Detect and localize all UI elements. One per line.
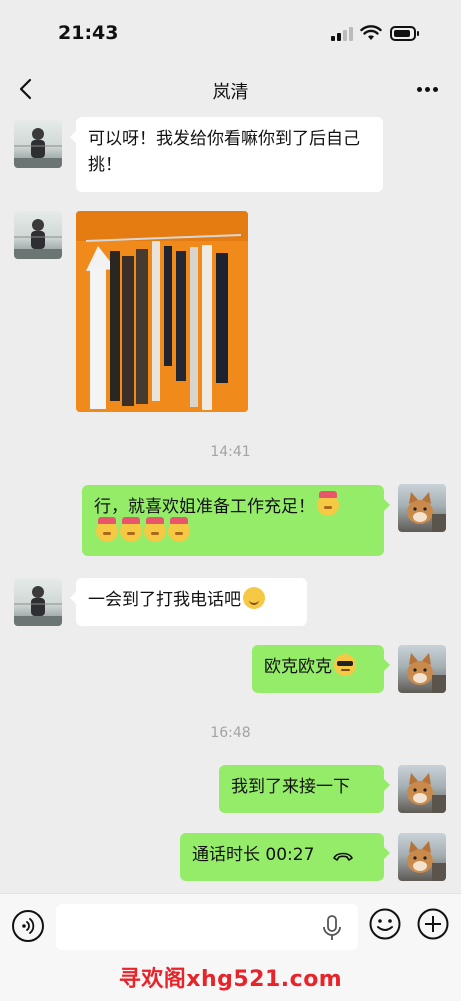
message-bubble-received[interactable]: 可以呀！我发给你看嘛你到了后自己挑！	[70, 117, 383, 192]
emoji-icon[interactable]	[368, 907, 402, 941]
contact-avatar[interactable]	[14, 120, 62, 168]
chat-title: 岚清	[212, 82, 249, 103]
status-bar: 21:43	[0, 0, 461, 64]
call-duration-text: 通话时长 00:27	[192, 845, 315, 865]
watermark-text: 寻欢阁xhg521.com	[118, 967, 343, 992]
plus-icon[interactable]	[416, 907, 450, 941]
message-bubble-sent[interactable]: 我到了来接一下	[219, 765, 390, 813]
contact-avatar[interactable]	[14, 578, 62, 626]
contact-avatar[interactable]	[14, 211, 62, 259]
partying-face-emoji-icon	[120, 517, 142, 542]
chat-header: 岚清	[0, 64, 461, 116]
battery-icon	[390, 26, 419, 41]
more-icon[interactable]	[412, 78, 444, 100]
partying-face-emoji-icon	[96, 517, 118, 542]
phone-end-icon	[333, 852, 353, 861]
voice-icon[interactable]	[12, 910, 44, 942]
wifi-icon	[360, 25, 382, 40]
partying-face-emoji-icon	[168, 517, 190, 542]
sunglasses-emoji-icon	[334, 654, 356, 676]
mic-icon[interactable]	[322, 915, 342, 941]
cellular-signal-icon	[331, 27, 355, 41]
self-avatar[interactable]	[398, 645, 446, 693]
call-record-bubble[interactable]: 通话时长 00:27	[180, 833, 390, 881]
partying-face-emoji-icon	[317, 491, 339, 516]
message-bubble-sent[interactable]: 欧克欧克	[252, 645, 390, 693]
message-text: 行，就喜欢姐准备工作充足！	[94, 497, 315, 517]
timestamp: 14:41	[210, 444, 251, 460]
message-bubble-received[interactable]: 一会到了打我电话吧	[70, 578, 307, 626]
message-bubble-sent[interactable]: 行，就喜欢姐准备工作充足！	[82, 485, 390, 556]
self-avatar[interactable]	[398, 833, 446, 881]
smile-emoji-icon	[243, 587, 265, 609]
message-text: 欧克欧克	[264, 657, 332, 677]
partying-face-emoji-icon	[144, 517, 166, 542]
self-avatar[interactable]	[398, 484, 446, 532]
timestamp: 16:48	[210, 725, 251, 741]
status-time: 21:43	[58, 22, 119, 44]
message-text: 一会到了打我电话吧	[88, 590, 241, 610]
image-message[interactable]	[76, 211, 248, 412]
message-input[interactable]	[56, 904, 358, 950]
input-bar: 寻欢阁xhg521.com	[0, 893, 461, 1001]
self-avatar[interactable]	[398, 765, 446, 813]
